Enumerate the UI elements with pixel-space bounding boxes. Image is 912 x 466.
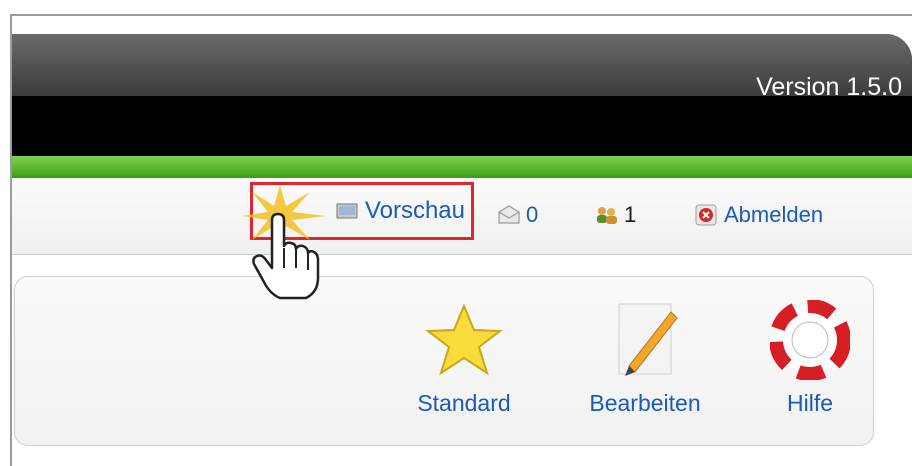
top-margin bbox=[0, 0, 912, 14]
logout-icon bbox=[694, 204, 720, 226]
version-label: Version 1.5.0 bbox=[756, 73, 902, 101]
help-button[interactable]: Hilfe bbox=[740, 299, 880, 426]
standard-button[interactable]: Standard bbox=[394, 300, 534, 426]
messages-link[interactable]: 0 bbox=[496, 200, 538, 230]
preview-icon bbox=[335, 200, 361, 222]
window-top-border bbox=[10, 14, 912, 16]
edit-label: Bearbeiten bbox=[589, 390, 701, 416]
logout-link[interactable]: Abmelden bbox=[694, 200, 823, 230]
edit-button[interactable]: Bearbeiten bbox=[575, 300, 715, 426]
envelope-icon bbox=[496, 204, 522, 226]
messages-count: 0 bbox=[526, 202, 539, 227]
lifebuoy-icon bbox=[769, 299, 851, 381]
header-accent-bar bbox=[12, 156, 912, 178]
admin-window: Version 1.5.0 Vorschau 0 1 Abmelden Stan… bbox=[0, 0, 912, 466]
preview-link[interactable]: Vorschau bbox=[250, 182, 474, 240]
logout-label: Abmelden bbox=[724, 202, 824, 227]
online-users-link[interactable]: 1 bbox=[594, 200, 636, 230]
help-label: Hilfe bbox=[786, 390, 833, 416]
preview-label: Vorschau bbox=[364, 197, 465, 224]
users-icon bbox=[594, 204, 620, 226]
star-icon bbox=[424, 300, 504, 380]
standard-label: Standard bbox=[417, 390, 511, 416]
header-dark-band bbox=[12, 96, 912, 156]
pencil-icon bbox=[605, 300, 685, 380]
users-count: 1 bbox=[624, 202, 637, 227]
